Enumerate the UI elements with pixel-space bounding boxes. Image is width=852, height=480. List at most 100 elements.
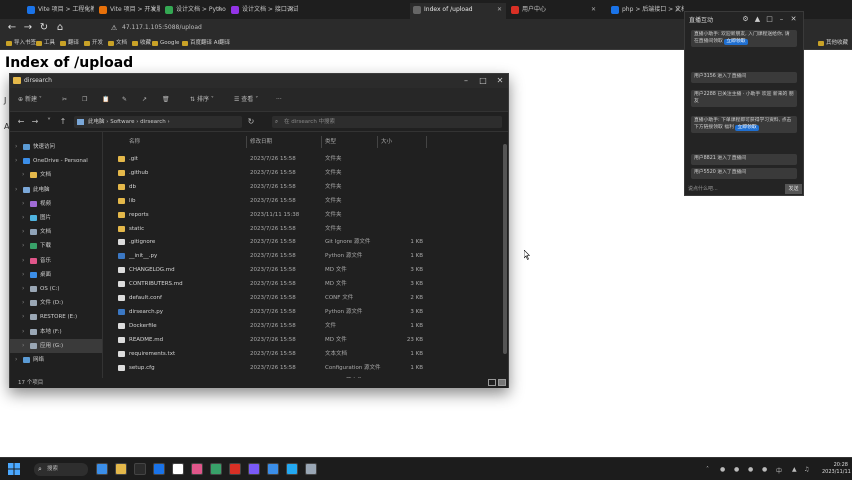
square-icon[interactable]: □	[765, 15, 774, 24]
file-row[interactable]: .gitignore 2023/7/26 15:58 Git Ignore 源文件 1…	[104, 235, 500, 249]
file-row[interactable]: README.md 2023/7/26 15:58 MD 文件 23 KB	[104, 333, 500, 347]
chevron-right-icon[interactable]: ›	[22, 197, 24, 211]
system-clock[interactable]: 20:28 2023/11/11	[822, 462, 851, 476]
file-row[interactable]: __init__.py 2023/7/26 15:58 Python 源文件 1 KB	[104, 249, 500, 263]
minimize-icon[interactable]: –	[458, 74, 474, 88]
chevron-right-icon[interactable]: ›	[22, 268, 24, 282]
column-size[interactable]: 大小	[381, 136, 392, 148]
bookmark-item[interactable]: 其他收藏	[818, 39, 848, 48]
chevron-right-icon[interactable]: ›	[15, 183, 17, 197]
browser-tab[interactable]: Index of /upload ✕	[410, 3, 506, 19]
close-icon[interactable]: ✕	[492, 74, 508, 88]
nav-item[interactable]: › 下载	[10, 239, 102, 253]
browser-tab[interactable]: php > 后端接口 > 文档 ✕	[608, 3, 684, 19]
refresh-icon[interactable]: ↻	[246, 116, 256, 128]
pin-icon[interactable]: ▲	[753, 15, 762, 24]
nav-item[interactable]: › OS (C:)	[10, 282, 102, 296]
column-type[interactable]: 类型	[325, 136, 336, 148]
browser-tab[interactable]: 用户中心 ✕	[508, 3, 600, 19]
bookmark-item[interactable]: 文档	[108, 39, 127, 48]
tray-app-icon[interactable]: ●	[734, 466, 739, 473]
send-button[interactable]: 发送	[785, 184, 802, 194]
nav-item[interactable]: › 音乐	[10, 254, 102, 268]
cut-icon[interactable]: ✂	[62, 93, 67, 107]
file-row[interactable]: dirsearch.py 2023/7/26 15:58 Python 源文件 3 K…	[104, 305, 500, 319]
maximize-icon[interactable]: □	[475, 74, 491, 88]
copy-icon[interactable]: ❐	[82, 93, 87, 107]
column-divider[interactable]	[321, 136, 322, 148]
nav-item[interactable]: › 视频	[10, 197, 102, 211]
chevron-right-icon[interactable]: ›	[22, 325, 24, 339]
taskbar-app-icon[interactable]	[134, 463, 146, 475]
column-date[interactable]: 修改日期	[250, 136, 272, 148]
column-divider[interactable]	[377, 136, 378, 148]
tray-app-icon[interactable]: ●	[720, 466, 725, 473]
tab-close-icon[interactable]: ✕	[151, 3, 156, 17]
sort-button[interactable]: ⇅ 排序 ˅	[190, 93, 214, 107]
file-row[interactable]: CONTRIBUTERS.md 2023/7/26 15:58 MD 文件 3 KB	[104, 277, 500, 291]
taskbar-app-icon[interactable]	[286, 463, 298, 475]
taskbar-app-icon[interactable]	[248, 463, 260, 475]
tab-close-icon[interactable]: ✕	[497, 3, 502, 17]
file-row[interactable]: static 2023/7/26 15:58 文件夹	[104, 222, 500, 236]
nav-item[interactable]: › 文档	[10, 225, 102, 239]
tab-close-icon[interactable]: ✕	[289, 3, 294, 17]
taskbar-app-icon[interactable]	[172, 463, 184, 475]
breadcrumb[interactable]: 此电脑 › Software › dirsearch ›	[74, 116, 242, 128]
tab-close-icon[interactable]: ✕	[85, 3, 90, 17]
chevron-right-icon[interactable]: ›	[15, 353, 17, 367]
nav-item[interactable]: › 此电脑	[10, 183, 102, 197]
nav-item[interactable]: › 文档	[10, 168, 102, 182]
column-name[interactable]: 名称	[129, 136, 140, 148]
chevron-right-icon[interactable]: ›	[22, 168, 24, 182]
url-field[interactable]: 47.117.1.105:5088/upload	[122, 22, 682, 34]
file-row[interactable]: reports 2023/11/11 15:38 文件夹	[104, 208, 500, 222]
column-divider[interactable]	[426, 136, 427, 148]
column-divider[interactable]	[246, 136, 247, 148]
file-row[interactable]: requirements.txt 2023/7/26 15:58 文本文档 1 KB	[104, 347, 500, 361]
tab-close-icon[interactable]: ✕	[217, 3, 222, 17]
chevron-right-icon[interactable]: ›	[22, 310, 24, 324]
minimize-icon[interactable]: –	[777, 15, 786, 24]
volume-icon[interactable]: ♫	[804, 466, 809, 473]
nav-item[interactable]: › 网络	[10, 353, 102, 367]
reload-icon[interactable]: ↻	[38, 22, 50, 34]
scrollbar[interactable]	[503, 144, 507, 354]
file-row[interactable]: CHANGELOG.md 2023/7/26 15:58 MD 文件 3 KB	[104, 263, 500, 277]
forward-icon[interactable]: →	[30, 116, 40, 128]
tray-app-icon[interactable]: ●	[748, 466, 753, 473]
chat-input[interactable]: 说点什么吧...	[688, 184, 784, 194]
rename-icon[interactable]: ✎	[122, 93, 127, 107]
bookmark-item[interactable]: 百度翻译 AI翻译	[182, 39, 230, 48]
browser-tab[interactable]: Vite 项目 > 工程化教程✕	[24, 3, 94, 19]
search-input[interactable]: ⌕ 在 dirsearch 中搜索	[272, 116, 502, 128]
windows-start-icon[interactable]	[8, 463, 20, 475]
chevron-up-icon[interactable]: ˄	[706, 466, 709, 473]
paste-icon[interactable]: 📋	[102, 93, 109, 107]
chevron-right-icon[interactable]: ›	[22, 296, 24, 310]
taskbar-app-icon[interactable]	[229, 463, 241, 475]
home-icon[interactable]: ⌂	[54, 22, 66, 34]
tab-close-icon[interactable]: ✕	[591, 3, 596, 17]
delete-icon[interactable]: 🗑	[162, 93, 170, 107]
file-row[interactable]: setup.cfg 2023/7/26 15:58 Configuration 源文…	[104, 361, 500, 375]
tray-app-icon[interactable]: ●	[762, 466, 767, 473]
file-row[interactable]: Dockerfile 2023/7/26 15:58 文件 1 KB	[104, 319, 500, 333]
view-button[interactable]: ☰ 查看 ˅	[234, 93, 258, 107]
chevron-right-icon[interactable]: ›	[22, 339, 24, 353]
chevron-right-icon[interactable]: ›	[22, 211, 24, 225]
breadcrumb-item[interactable]: dirsearch	[140, 119, 166, 125]
nav-item[interactable]: › 应用 (G:)	[10, 338, 102, 353]
bookmark-item[interactable]: Google	[152, 39, 179, 48]
file-row[interactable]: db 2023/7/26 15:58 文件夹	[104, 180, 500, 194]
browser-tab[interactable]: 设计文档 > Python 文档 > 开发✕	[162, 3, 226, 19]
bookmark-item[interactable]: 收藏	[132, 39, 151, 48]
chevron-right-icon[interactable]: ›	[15, 154, 17, 168]
nav-item[interactable]: › RESTORE (E:)	[10, 310, 102, 324]
browser-tab[interactable]: 设计文档 > 接口调试 > 文档中心✕	[228, 3, 298, 19]
more-options-button[interactable]: ···	[276, 93, 282, 107]
browser-tab[interactable]: Vite 项目 > 开发服务器配置✕	[96, 3, 160, 19]
nav-item[interactable]: › 文件 (D:)	[10, 296, 102, 310]
language-icon[interactable]: 中	[776, 466, 782, 475]
bookmark-item[interactable]: 开发	[84, 39, 103, 48]
